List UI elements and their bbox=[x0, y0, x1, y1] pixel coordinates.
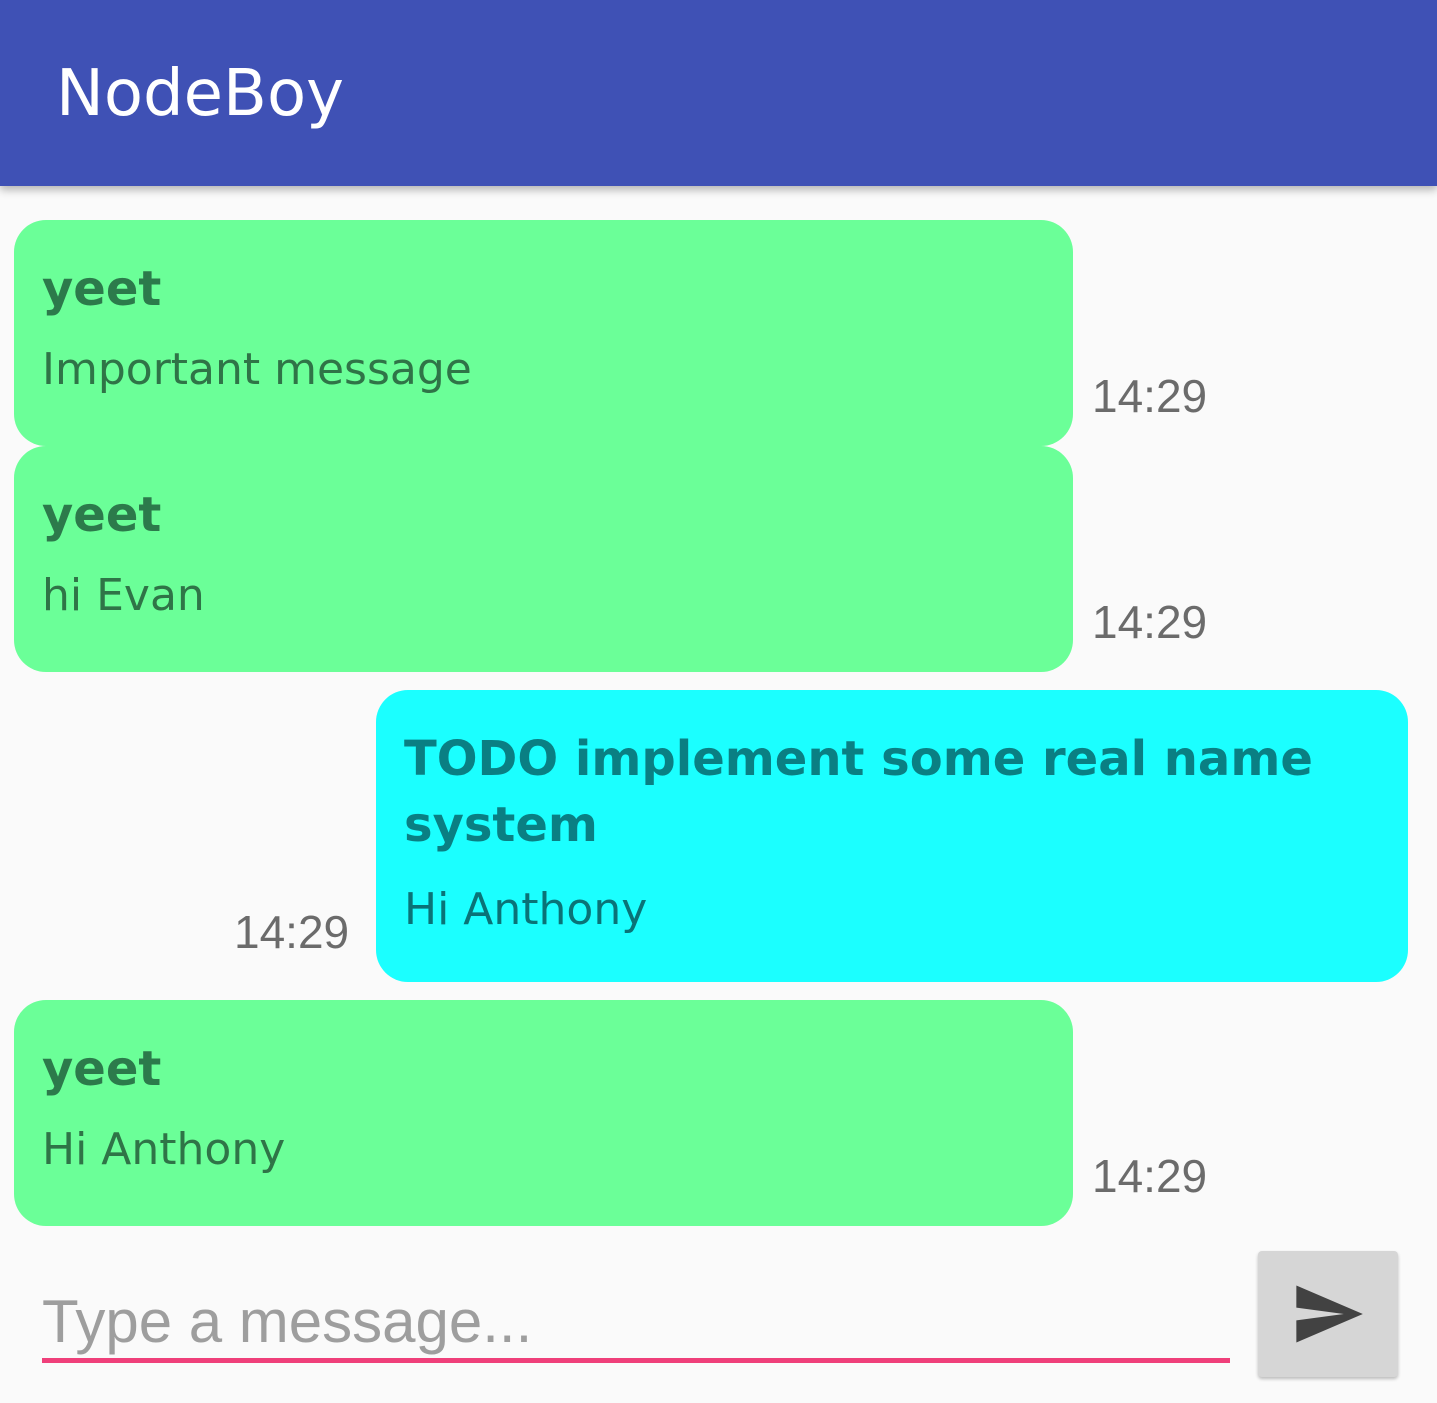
message-time: 14:29 bbox=[1092, 1150, 1208, 1202]
send-button[interactable] bbox=[1258, 1251, 1398, 1377]
message-sender: TODO implement some real name system bbox=[404, 731, 1313, 853]
app-bar: NodeBoy bbox=[0, 0, 1437, 186]
message-bubble: TODO implement some real name system Hi … bbox=[376, 690, 1408, 982]
app-title: NodeBoy bbox=[56, 57, 344, 131]
message-text: Hi Anthony bbox=[42, 1124, 286, 1175]
message-bubble: yeet Hi Anthony bbox=[14, 1000, 1073, 1226]
message-time: 14:29 bbox=[234, 906, 350, 958]
message-bubble: yeet hi Evan bbox=[14, 446, 1073, 672]
message-text: Important message bbox=[42, 344, 472, 395]
message-input[interactable] bbox=[42, 1284, 1230, 1363]
message-time: 14:29 bbox=[1092, 370, 1208, 422]
message-text: hi Evan bbox=[42, 570, 205, 621]
message-sender: yeet bbox=[42, 1041, 162, 1097]
message-sender: yeet bbox=[42, 261, 162, 317]
message-text: Hi Anthony bbox=[404, 884, 648, 935]
message-bubble: yeet Important message bbox=[14, 220, 1073, 446]
message-sender: yeet bbox=[42, 487, 162, 543]
message-time: 14:29 bbox=[1092, 596, 1208, 648]
send-icon bbox=[1296, 1285, 1363, 1343]
